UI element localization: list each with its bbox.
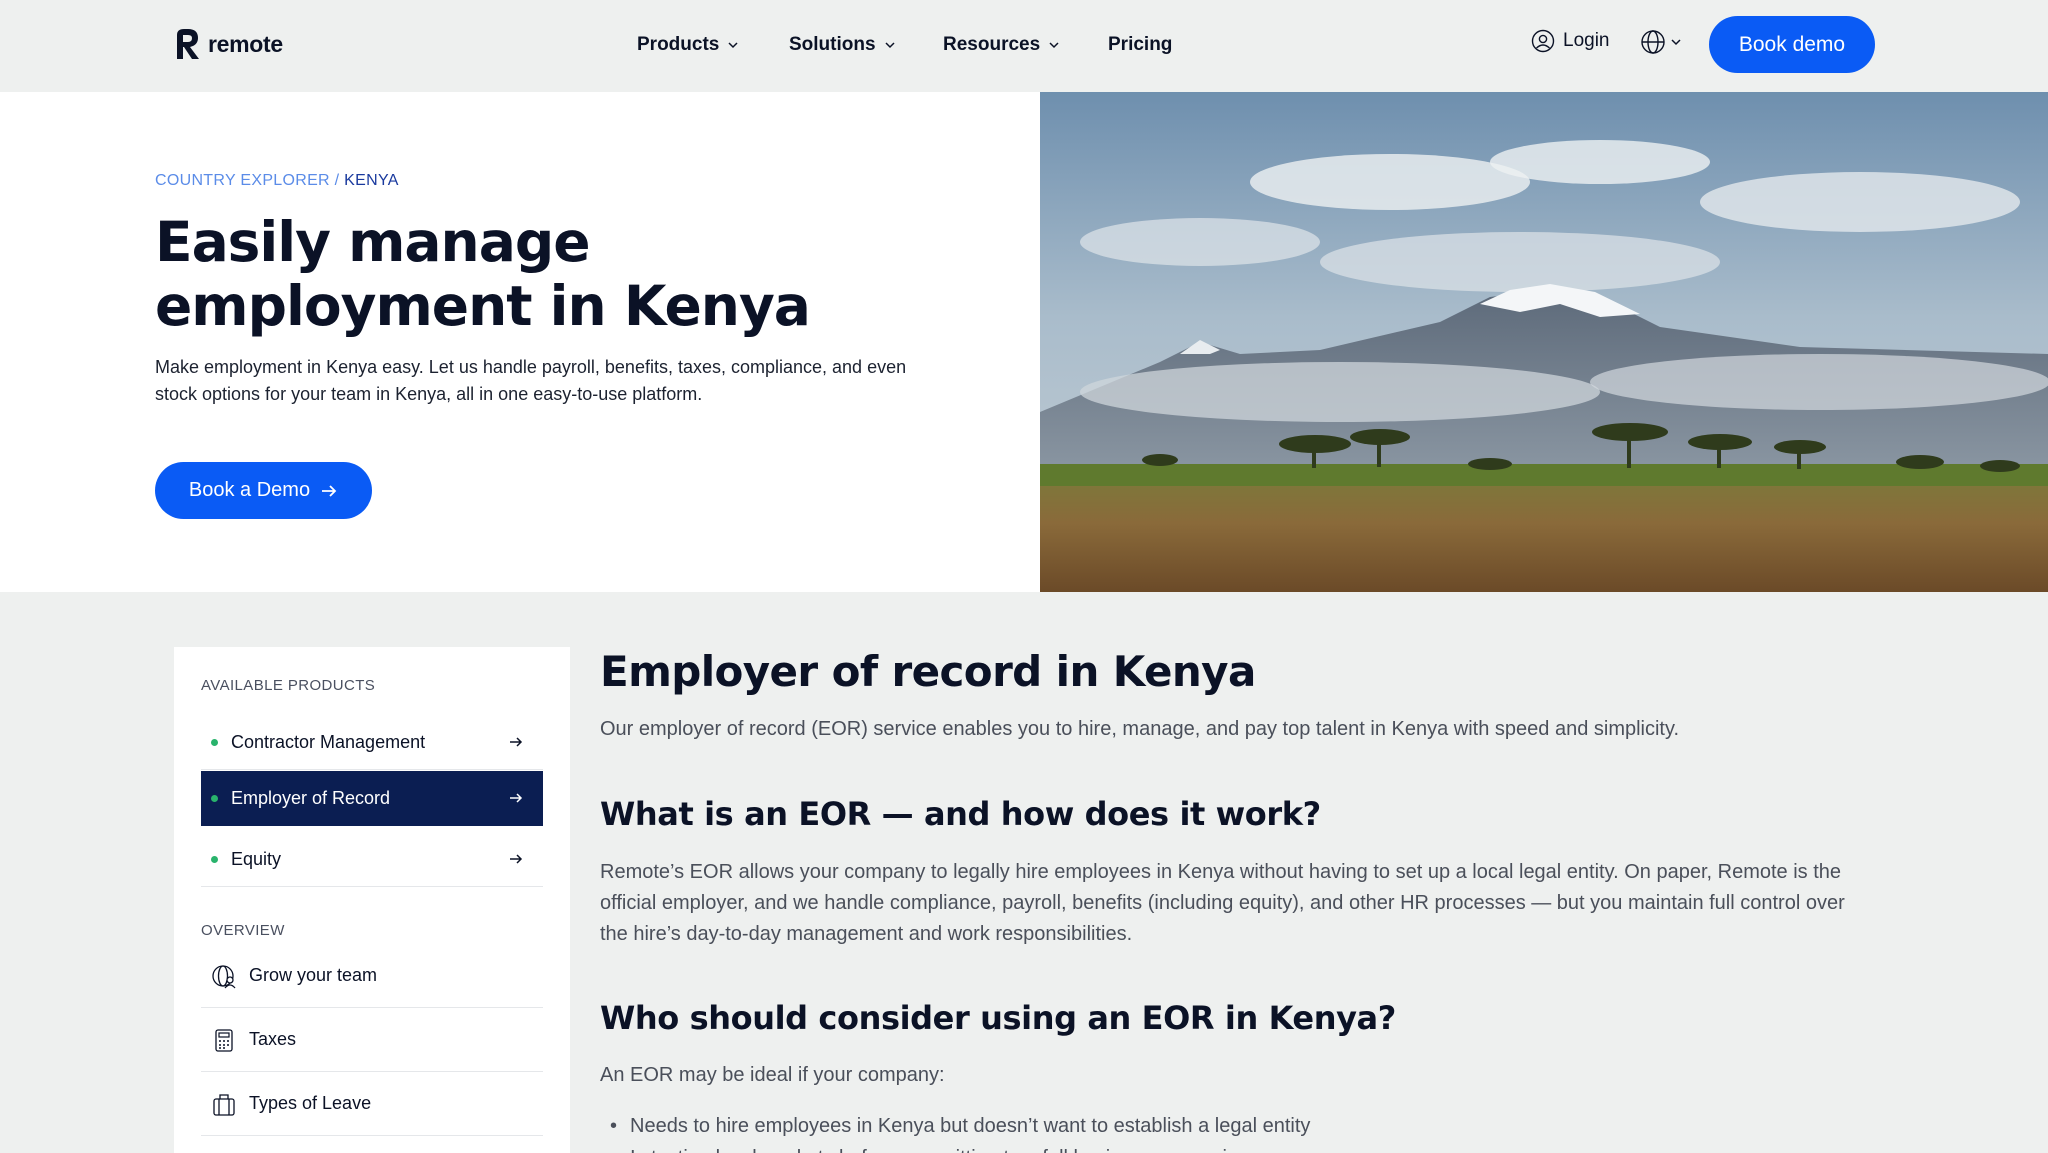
login-link[interactable]: Login (1531, 29, 1610, 53)
arrow-right-icon (510, 854, 523, 864)
sidebar-item-label: Employer of Record (231, 788, 391, 808)
hero-description: Make employment in Kenya easy. Let us ha… (155, 357, 907, 404)
nav-pricing-label: Pricing (1108, 34, 1173, 55)
book-a-demo-label: Book a Demo (188, 479, 311, 501)
book-demo-button[interactable]: Book demo (1709, 16, 1875, 73)
chevron-down-icon (885, 42, 895, 49)
calculator-icon (215, 1028, 233, 1052)
hero-section (0, 92, 1040, 592)
nav-resources-label: Resources (943, 34, 1041, 55)
nav-resources[interactable]: Resources (943, 30, 1060, 60)
status-dot (211, 738, 218, 746)
arrow-right-icon (322, 484, 337, 497)
sidebar-item-grow-your-team[interactable]: Grow your team (201, 944, 543, 1008)
remote-logo-icon (177, 29, 199, 59)
nav-products[interactable]: Products (637, 30, 739, 60)
nav-products-label: Products (637, 34, 720, 55)
eor-intro: Our employer of record (EOR) service ena… (600, 718, 1680, 740)
eor-benefits-list: Needs to hire employees in Kenya but doe… (610, 1110, 1310, 1153)
list-item: Needs to hire employees in Kenya but doe… (610, 1110, 1310, 1142)
sidebar-item-label: Taxes (249, 1029, 297, 1049)
sidebar-item-label: Contractor Management (231, 731, 426, 752)
chevron-down-icon (728, 42, 738, 49)
arrow-right-icon (510, 793, 523, 803)
page-title: Easily manage employment in Kenya (155, 210, 811, 338)
nav-pricing[interactable]: Pricing (1108, 30, 1172, 60)
section-what-is-eor-title: What is an EOR — and how does it work? (600, 795, 1321, 833)
breadcrumb: COUNTRY EXPLORER / KENYA (155, 172, 399, 190)
breadcrumb-current: KENYA (344, 172, 399, 189)
section-what-is-eor-body: Remote’s EOR allows your company to lega… (600, 861, 1845, 945)
available-products-heading: AVAILABLE PRODUCTS (201, 677, 376, 694)
kilimanjaro-landscape-image (1040, 92, 2048, 592)
sidebar-item-label: Grow your team (249, 965, 378, 985)
section-who-should-consider-title: Who should consider using an EOR in Keny… (600, 999, 1396, 1037)
sidebar-item-employer-of-record[interactable]: Employer of Record (201, 771, 543, 826)
sidebar-item-taxes[interactable]: Taxes (201, 1008, 543, 1072)
site-header: remote Products Solutions Resources Pric… (0, 0, 2048, 92)
sidebar-item-equity[interactable]: Equity (201, 832, 543, 887)
sidebar-item-label: Equity (231, 848, 282, 869)
arrow-right-icon (510, 737, 523, 747)
overview-heading: OVERVIEW (201, 922, 285, 939)
login-label: Login (1563, 30, 1610, 51)
section-who-should-consider-lead: An EOR may be ideal if your company: (600, 1064, 945, 1086)
book-a-demo-button[interactable]: Book a Demo (155, 462, 372, 519)
status-dot (211, 855, 218, 863)
nav-solutions[interactable]: Solutions (789, 30, 896, 60)
user-icon (1531, 29, 1555, 53)
breadcrumb-separator: / (334, 172, 340, 189)
language-selector[interactable] (1640, 29, 1682, 55)
list-item: Is testing local markets before committi… (610, 1142, 1310, 1153)
remote-logo[interactable]: remote (174, 26, 283, 62)
product-sidebar: AVAILABLE PRODUCTS Contractor Management… (174, 647, 570, 1153)
sidebar-item-types-of-leave[interactable]: Types of Leave (201, 1072, 543, 1136)
eor-title: Employer of record in Kenya (600, 647, 1256, 696)
breadcrumb-country-explorer[interactable]: COUNTRY EXPLORER (155, 172, 330, 189)
sidebar-item-contractor-management[interactable]: Contractor Management (201, 715, 543, 770)
chevron-down-icon (1049, 42, 1059, 49)
chevron-down-icon (1671, 39, 1681, 46)
globe-icon (1641, 30, 1665, 54)
luggage-icon (213, 1093, 235, 1116)
globe-team-icon (212, 964, 236, 988)
nav-solutions-label: Solutions (789, 34, 876, 55)
sidebar-item-label: Types of Leave (249, 1093, 372, 1113)
brand-name: remote (208, 30, 283, 57)
status-dot (211, 795, 218, 802)
